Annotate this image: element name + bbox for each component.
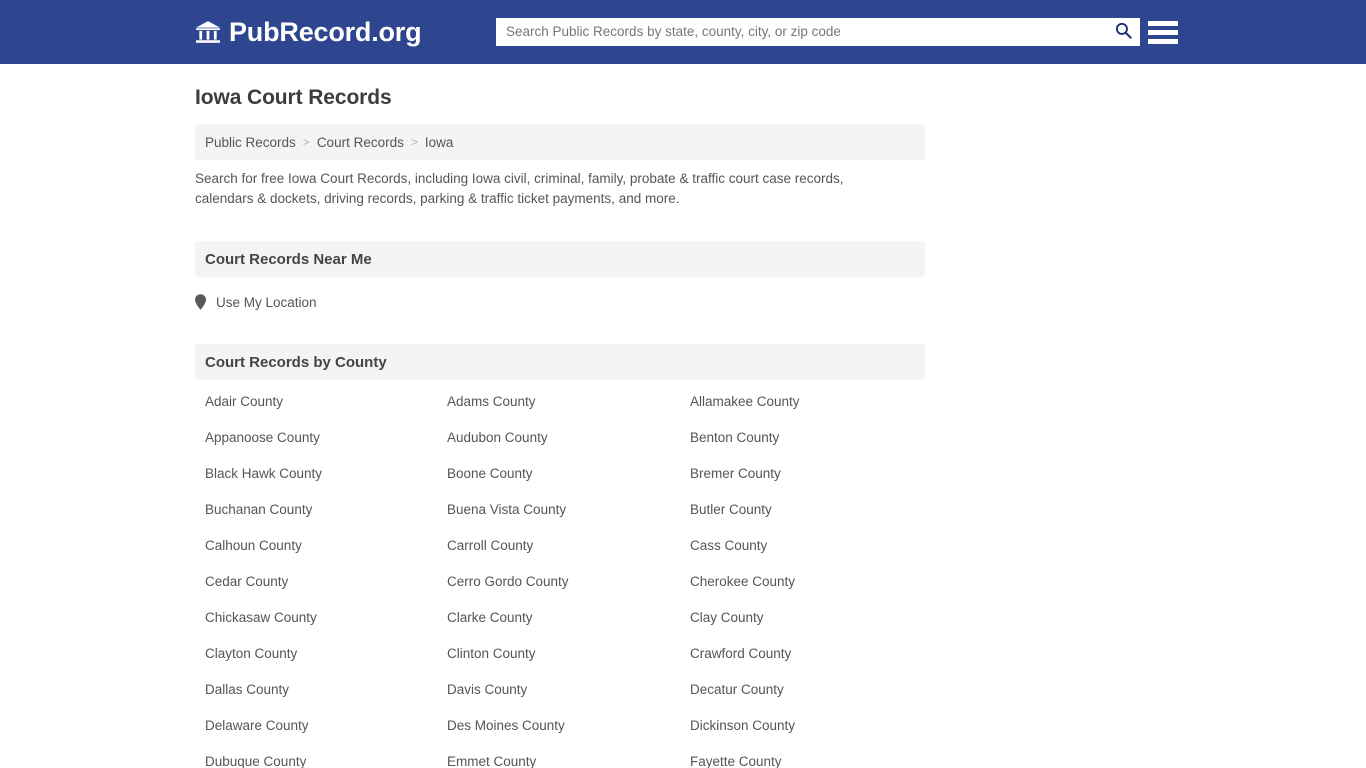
hamburger-menu-icon[interactable] — [1148, 17, 1179, 47]
breadcrumb-item-court-records[interactable]: Court Records — [317, 135, 404, 150]
county-link[interactable]: Carroll County — [437, 528, 680, 564]
page-title: Iowa Court Records — [195, 86, 392, 109]
section-header-near-me: Court Records Near Me — [195, 241, 925, 277]
county-link[interactable]: Audubon County — [437, 420, 680, 456]
county-link[interactable]: Appanoose County — [195, 420, 437, 456]
county-link[interactable]: Des Moines County — [437, 708, 680, 744]
use-my-location-label: Use My Location — [216, 294, 317, 310]
county-link[interactable]: Clay County — [680, 600, 925, 636]
county-link[interactable]: Clayton County — [195, 636, 437, 672]
county-link[interactable]: Adams County — [437, 384, 680, 420]
section-header-by-county: Court Records by County — [195, 344, 925, 380]
map-pin-icon — [195, 294, 206, 310]
search-icon — [1114, 21, 1133, 43]
county-link[interactable]: Boone County — [437, 456, 680, 492]
county-link[interactable]: Emmet County — [437, 744, 680, 768]
county-link[interactable]: Cherokee County — [680, 564, 925, 600]
county-link[interactable]: Adair County — [195, 384, 437, 420]
county-link[interactable]: Dickinson County — [680, 708, 925, 744]
use-my-location-link[interactable]: Use My Location — [195, 294, 317, 310]
county-link[interactable]: Clarke County — [437, 600, 680, 636]
site-logo[interactable]: PubRecord.org — [195, 0, 422, 64]
breadcrumb-separator: > — [302, 135, 310, 149]
breadcrumb: Public Records > Court Records > Iowa — [195, 124, 925, 160]
county-link[interactable]: Buchanan County — [195, 492, 437, 528]
county-link[interactable]: Crawford County — [680, 636, 925, 672]
search-bar — [496, 18, 1140, 46]
county-link[interactable]: Decatur County — [680, 672, 925, 708]
county-link[interactable]: Butler County — [680, 492, 925, 528]
county-link[interactable]: Clinton County — [437, 636, 680, 672]
county-list: Adair County Adams County Allamakee County… — [195, 384, 925, 768]
county-link[interactable]: Calhoun County — [195, 528, 437, 564]
county-link[interactable]: Cerro Gordo County — [437, 564, 680, 600]
county-link[interactable]: Dallas County — [195, 672, 437, 708]
county-link[interactable]: Buena Vista County — [437, 492, 680, 528]
breadcrumb-separator: > — [410, 135, 418, 149]
section-title-by-county: Court Records by County — [205, 353, 387, 371]
county-link[interactable]: Dubuque County — [195, 744, 437, 768]
county-link[interactable]: Benton County — [680, 420, 925, 456]
county-link[interactable]: Bremer County — [680, 456, 925, 492]
site-header: PubRecord.org — [0, 0, 1366, 64]
county-link[interactable]: Black Hawk County — [195, 456, 437, 492]
section-title-near-me: Court Records Near Me — [205, 250, 372, 268]
county-link[interactable]: Davis County — [437, 672, 680, 708]
county-link[interactable]: Cass County — [680, 528, 925, 564]
county-link[interactable]: Cedar County — [195, 564, 437, 600]
intro-text: Search for free Iowa Court Records, incl… — [195, 171, 844, 206]
county-link[interactable]: Fayette County — [680, 744, 925, 768]
county-link[interactable]: Allamakee County — [680, 384, 925, 420]
search-input[interactable] — [496, 19, 1106, 45]
breadcrumb-item-iowa: Iowa — [424, 134, 454, 150]
bank-building-icon — [195, 19, 221, 45]
county-link[interactable]: Chickasaw County — [195, 600, 437, 636]
logo-text: PubRecord.org — [229, 16, 422, 47]
breadcrumb-item-public-records[interactable]: Public Records — [205, 135, 296, 150]
county-link[interactable]: Delaware County — [195, 708, 437, 744]
search-button[interactable] — [1106, 18, 1140, 46]
